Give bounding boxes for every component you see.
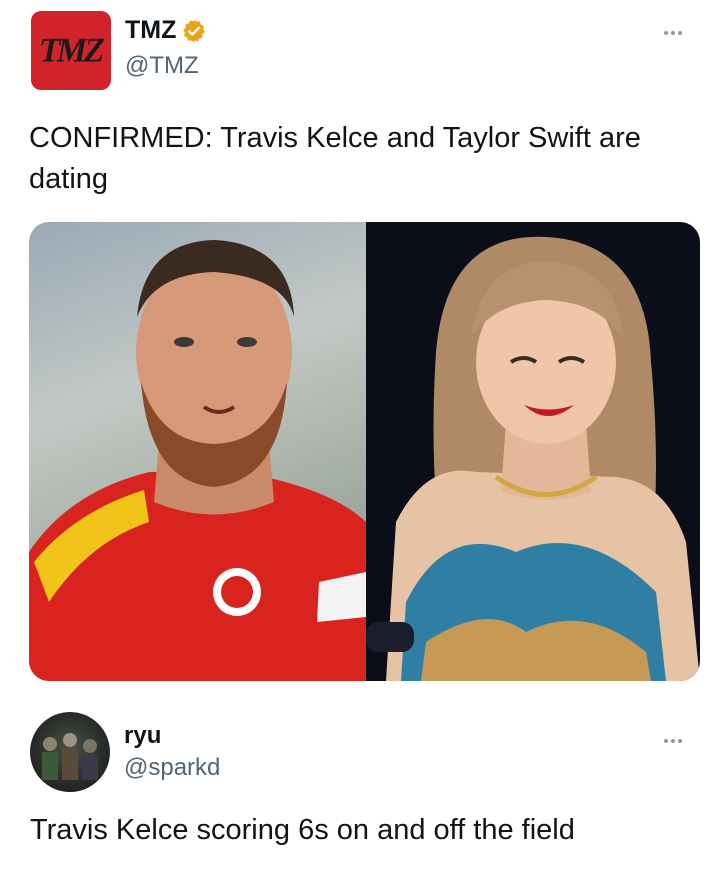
tweet-text: CONFIRMED: Travis Kelce and Taylor Swift… (29, 122, 641, 195)
photo-right[interactable] (366, 222, 700, 681)
author-name-row: TMZ (125, 16, 207, 45)
group-photo-icon (42, 733, 98, 780)
tmz-avatar[interactable]: TMZ (31, 11, 111, 90)
reply-more-options-icon[interactable] (664, 730, 686, 743)
person-photo-left-icon (29, 240, 366, 681)
reply-text: Travis Kelce scoring 6s on and off the f… (30, 814, 575, 846)
photo-left[interactable] (29, 222, 366, 681)
more-options-icon[interactable] (664, 22, 686, 35)
reply-author-handle[interactable]: @sparkd (124, 754, 220, 782)
avatar-logo-text: TMZ (36, 30, 106, 69)
reply-tweet[interactable]: ryu @sparkd Travis Kelce scoring 6s on a… (0, 700, 720, 873)
person-photo-right-icon (366, 236, 700, 681)
author-display-name[interactable]: TMZ (125, 16, 176, 45)
author-handle[interactable]: @TMZ (125, 52, 199, 80)
verified-badge-icon (183, 19, 206, 42)
tweet-media[interactable] (29, 222, 700, 681)
main-tweet[interactable]: TMZ TMZ @TMZ CONFIRMED: Travis Kelce and… (0, 0, 720, 700)
reply-author-name[interactable]: ryu (124, 722, 161, 750)
reply-avatar[interactable] (30, 712, 110, 792)
